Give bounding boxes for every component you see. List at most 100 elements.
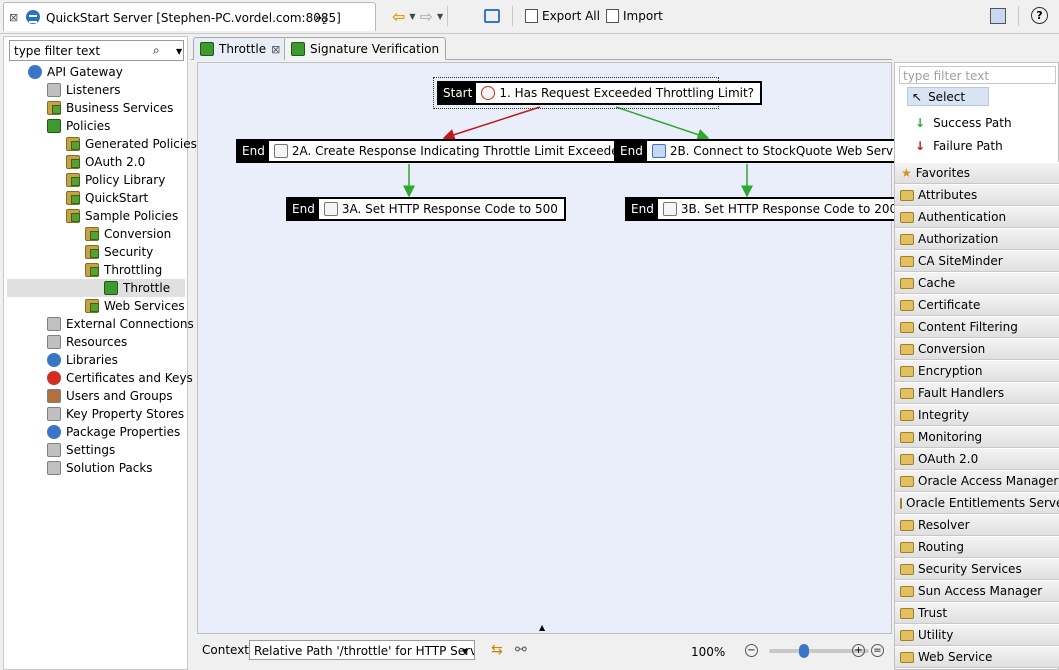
tree-item-policy-library[interactable]: Policy Library	[66, 171, 165, 189]
chevron-down-icon[interactable]: ▼	[176, 47, 182, 56]
palette-category[interactable]: Integrity	[895, 404, 1059, 426]
tab-label: Signature Verification	[310, 42, 440, 56]
tree-item-security[interactable]: Security	[85, 243, 153, 261]
tree-item-quickstart[interactable]: QuickStart	[66, 189, 148, 207]
gateway-icon	[28, 65, 42, 79]
tree-item-solution-packs[interactable]: Solution Packs	[47, 459, 153, 477]
palette-category[interactable]: Authentication	[895, 206, 1059, 228]
tree-item-users-groups[interactable]: Users and Groups	[47, 387, 173, 405]
tree-item-libraries[interactable]: Libraries	[47, 351, 118, 369]
tree-item-package-properties[interactable]: Package Properties	[47, 423, 180, 441]
flow-node-2b[interactable]: End 2B. Connect to StockQuote Web Servic…	[614, 139, 919, 163]
palette-category[interactable]: Conversion	[895, 338, 1059, 360]
palette-category[interactable]: Routing	[895, 536, 1059, 558]
palette-category[interactable]: Fault Handlers	[895, 382, 1059, 404]
context-select[interactable]: Relative Path '/throttle' for HTTP Servi…	[249, 640, 475, 660]
tree-item-web-services[interactable]: Web Services	[85, 297, 185, 315]
flow-node-2a[interactable]: End 2A. Create Response Indicating Throt…	[236, 139, 635, 163]
category-label: Certificate	[918, 298, 981, 312]
zoom-out-icon[interactable]: −	[745, 644, 758, 657]
palette-category[interactable]: Authorization	[895, 228, 1059, 250]
tree-item-key-property-stores[interactable]: Key Property Stores	[47, 405, 184, 423]
success-path-line[interactable]	[615, 106, 710, 141]
palette-category[interactable]: Oracle Access Manager	[895, 470, 1059, 492]
tree-item-settings[interactable]: Settings	[47, 441, 115, 459]
chevron-down-icon[interactable]: ▼	[409, 12, 415, 21]
palette-category[interactable]: Monitoring	[895, 426, 1059, 448]
close-icon[interactable]: ⊠	[271, 43, 280, 56]
palette-category[interactable]: Resolver	[895, 514, 1059, 536]
refresh-icon[interactable]: ⇆	[491, 642, 503, 658]
tree-item-label: Solution Packs	[66, 461, 153, 475]
flow-node-start[interactable]: Start 1. Has Request Exceeded Throttling…	[437, 81, 763, 105]
palette-category[interactable]: Oracle Entitlements Server	[895, 492, 1059, 514]
chevron-down-icon[interactable]: ▼	[437, 12, 443, 21]
palette-category[interactable]: Encryption	[895, 360, 1059, 382]
failure-path-line[interactable]	[442, 106, 541, 141]
folder-icon	[900, 189, 914, 201]
tree-item-external-connections[interactable]: External Connections	[47, 315, 194, 333]
policy-folder-icon	[66, 137, 80, 151]
binoculars-icon[interactable]: ⌕	[153, 43, 160, 58]
export-all-button[interactable]: Export All	[525, 6, 600, 26]
tree-item-business-services[interactable]: Business Services	[47, 99, 173, 117]
tree-item-resources[interactable]: Resources	[47, 333, 127, 351]
tab-throttle[interactable]: Throttle ⊠	[193, 37, 288, 60]
palette-category[interactable]: Web Service	[895, 646, 1059, 668]
palette-category[interactable]: Trust	[895, 602, 1059, 624]
tree-item-oauth[interactable]: OAuth 2.0	[66, 153, 145, 171]
failure-path-tool[interactable]: ↓ Failure Path	[915, 139, 1003, 153]
tree-item-sample-policies[interactable]: Sample Policies	[66, 207, 178, 225]
category-label: Web Service	[918, 650, 993, 664]
more-tabs-button[interactable]: »2	[315, 11, 327, 26]
deploy-icon[interactable]	[484, 9, 500, 23]
zoom-slider-thumb[interactable]	[799, 644, 809, 658]
palette-category[interactable]: Utility	[895, 624, 1059, 646]
back-arrow-icon[interactable]: ⇦	[392, 7, 405, 26]
tab-signature-verification[interactable]: Signature Verification	[284, 37, 447, 60]
category-label: Trust	[918, 606, 948, 620]
close-icon[interactable]: ⊠	[9, 11, 18, 24]
expand-up-icon[interactable]: ▲	[539, 623, 545, 632]
palette-filter-input[interactable]: type filter text	[899, 66, 1056, 84]
tree-item-api-gateway[interactable]: API Gateway	[28, 63, 123, 81]
palette-category[interactable]: Content Filtering	[895, 316, 1059, 338]
zoom-in-icon[interactable]: +	[852, 644, 865, 657]
policy-canvas[interactable]: Start 1. Has Request Exceeded Throttling…	[197, 62, 919, 634]
tree-item-generated-policies[interactable]: Generated Policies	[66, 135, 197, 153]
tree-item-label: Security	[104, 245, 154, 259]
palette-category[interactable]: Attributes	[895, 184, 1059, 206]
palette-category[interactable]: Security Services	[895, 558, 1059, 580]
tab-label: Throttle	[219, 42, 267, 56]
tree-item-conversion[interactable]: Conversion	[85, 225, 171, 243]
auto-layout-icon[interactable]: ⚯	[515, 642, 527, 658]
palette-category[interactable]: CA SiteMinder	[895, 250, 1059, 272]
flow-node-3b[interactable]: End 3B. Set HTTP Response Code to 200	[625, 197, 906, 221]
tree-item-throttling[interactable]: Throttling	[85, 261, 162, 279]
tree-item-policies[interactable]: Policies	[47, 117, 110, 135]
help-icon[interactable]: ?	[1031, 7, 1048, 24]
flow-node-3a[interactable]: End 3A. Set HTTP Response Code to 500	[286, 197, 566, 221]
palette-category[interactable]: Certificate	[895, 294, 1059, 316]
category-label: Oracle Entitlements Server	[906, 496, 1059, 510]
tree-item-label: Resources	[66, 335, 128, 349]
select-tool[interactable]: ↖ Select	[907, 87, 989, 106]
server-tab[interactable]: ⊠ QuickStart Server [Stephen-PC.vordel.c…	[3, 2, 376, 31]
category-label: Attributes	[918, 188, 978, 202]
tree-item-throttle[interactable]: Throttle	[7, 279, 185, 297]
import-button[interactable]: Import	[606, 6, 663, 26]
forward-arrow-icon[interactable]: ⇨	[420, 7, 433, 26]
palette-category[interactable]: Cache	[895, 272, 1059, 294]
tree-item-certificates[interactable]: Certificates and Keys	[47, 369, 193, 387]
zoom-reset-icon[interactable]: =	[871, 644, 884, 657]
green-arrow-icon: ↓	[915, 116, 926, 130]
category-label: Utility	[918, 628, 954, 642]
tree-item-listeners[interactable]: Listeners	[47, 81, 121, 99]
palette-category[interactable]: Sun Access Manager	[895, 580, 1059, 602]
success-path-tool[interactable]: ↓ Success Path	[915, 116, 1012, 130]
palette-category-favorites[interactable]: ★ Favorites	[895, 162, 1059, 184]
category-label: Encryption	[918, 364, 983, 378]
topology-icon[interactable]	[990, 8, 1006, 24]
palette-category[interactable]: OAuth 2.0	[895, 448, 1059, 470]
tree-filter-input[interactable]: type filter text ⌕ ▼	[9, 40, 184, 61]
